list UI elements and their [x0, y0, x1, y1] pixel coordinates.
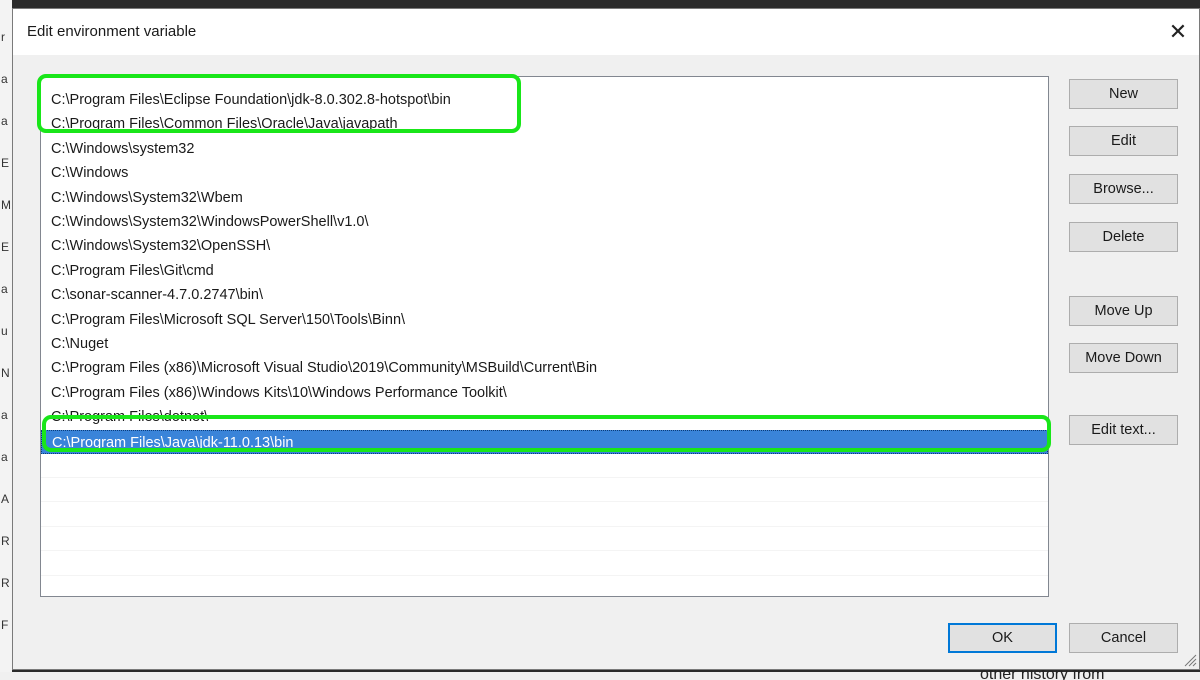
- background-text-fragment: a: [1, 450, 8, 464]
- background-text-fragment: E: [1, 156, 10, 170]
- path-entry[interactable]: C:\Windows\system32: [41, 137, 1048, 161]
- delete-button[interactable]: Delete: [1069, 222, 1178, 252]
- empty-path-row[interactable]: [41, 503, 1048, 527]
- path-entry-selected[interactable]: C:\Program Files\Java\jdk-11.0.13\bin: [41, 429, 1048, 454]
- background-text-fragment: a: [1, 408, 8, 422]
- edit-environment-variable-dialog: Edit environment variable ✕ C:\Program F…: [12, 8, 1200, 670]
- path-entry[interactable]: C:\Windows\System32\WindowsPowerShell\v1…: [41, 210, 1048, 234]
- background-text-fragment: F: [1, 618, 9, 632]
- path-entry[interactable]: C:\sonar-scanner-4.7.0.2747\bin\: [41, 283, 1048, 307]
- browse-button[interactable]: Browse...: [1069, 174, 1178, 204]
- background-text-fragment: R: [1, 576, 10, 590]
- background-text-fragment: A: [1, 492, 10, 506]
- path-entry[interactable]: C:\Program Files\Common Files\Oracle\Jav…: [41, 112, 1048, 136]
- empty-path-row[interactable]: [41, 478, 1048, 503]
- empty-path-row[interactable]: [41, 527, 1048, 552]
- edit-button[interactable]: Edit: [1069, 126, 1178, 156]
- path-entry[interactable]: C:\Program Files\dotnet\: [41, 405, 1048, 429]
- close-icon[interactable]: ✕: [1163, 17, 1193, 47]
- background-text-fragment: a: [1, 72, 8, 86]
- path-entry[interactable]: C:\Program Files\Git\cmd: [41, 259, 1048, 283]
- empty-path-row[interactable]: [41, 576, 1048, 596]
- background-text-fragment: R: [1, 534, 10, 548]
- edit-text-button[interactable]: Edit text...: [1069, 415, 1178, 445]
- path-entry[interactable]: C:\Program Files (x86)\Windows Kits\10\W…: [41, 381, 1048, 405]
- background-text-fragment: a: [1, 114, 8, 128]
- path-entry[interactable]: C:\Program Files\Eclipse Foundation\jdk-…: [41, 88, 1048, 112]
- ok-button[interactable]: OK: [948, 623, 1057, 653]
- background-text-fragment: E: [1, 240, 10, 254]
- background-text-fragment: r: [1, 30, 5, 44]
- empty-path-row[interactable]: [41, 552, 1048, 576]
- path-entry[interactable]: C:\Windows\System32\Wbem: [41, 186, 1048, 210]
- new-button[interactable]: New: [1069, 79, 1178, 109]
- path-entry[interactable]: C:\Nuget: [41, 332, 1048, 356]
- background-text-fragment: u: [1, 324, 8, 338]
- title-bar: Edit environment variable ✕: [13, 9, 1199, 55]
- path-entry[interactable]: C:\Program Files\Microsoft SQL Server\15…: [41, 308, 1048, 332]
- dialog-title: Edit environment variable: [27, 23, 197, 40]
- resize-grip-icon[interactable]: [1183, 653, 1197, 667]
- background-text-fragment: a: [1, 282, 8, 296]
- empty-path-row[interactable]: [41, 454, 1048, 478]
- path-entry[interactable]: C:\Windows: [41, 161, 1048, 185]
- background-text-fragment: N: [1, 366, 10, 380]
- path-list[interactable]: C:\Program Files\Eclipse Foundation\jdk-…: [40, 76, 1049, 597]
- move-up-button[interactable]: Move Up: [1069, 296, 1178, 326]
- path-entry[interactable]: C:\Program Files (x86)\Microsoft Visual …: [41, 356, 1048, 380]
- move-down-button[interactable]: Move Down: [1069, 343, 1178, 373]
- background-window-left: r a a E M Ea u Na a A R R F: [0, 0, 12, 680]
- cancel-button[interactable]: Cancel: [1069, 623, 1178, 653]
- path-entry[interactable]: C:\Windows\System32\OpenSSH\: [41, 234, 1048, 258]
- background-text-fragment: M: [1, 198, 11, 212]
